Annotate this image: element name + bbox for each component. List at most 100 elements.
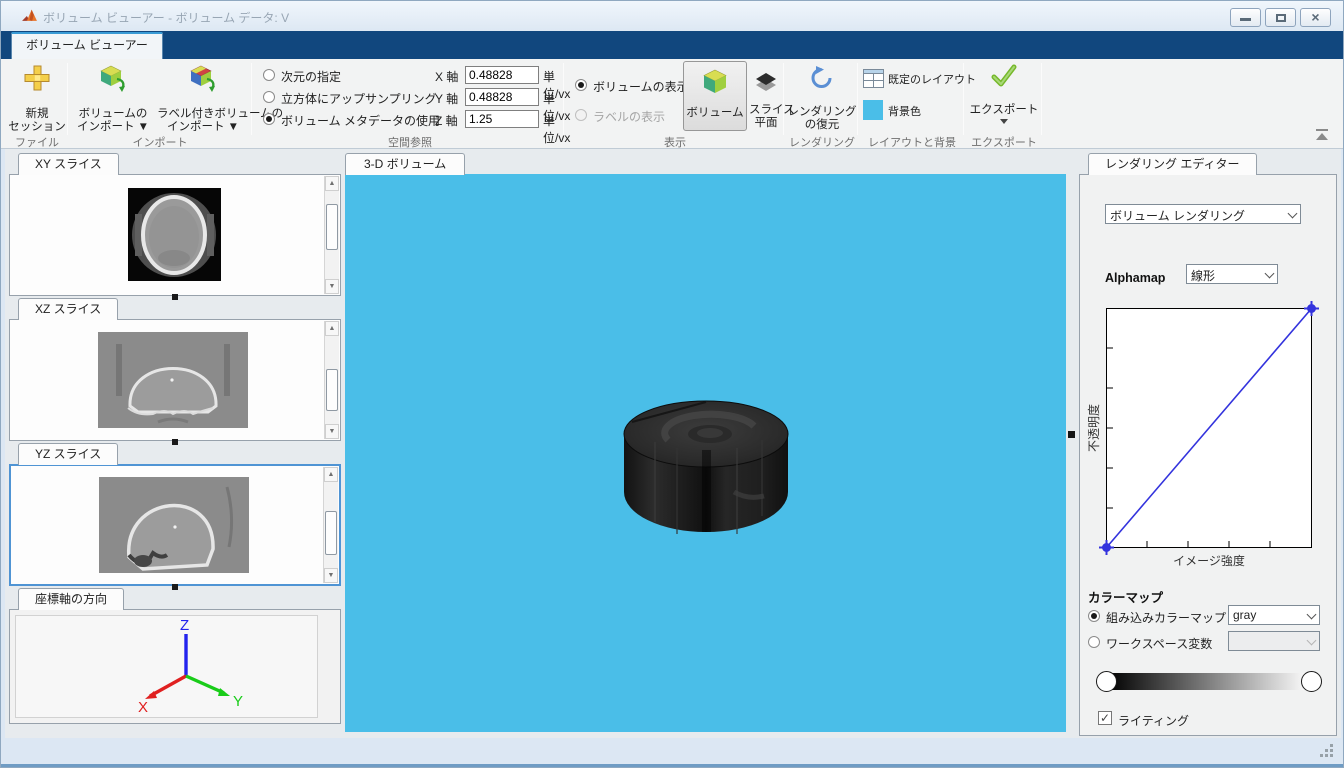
scroll-up-icon[interactable]: ▲ (325, 176, 339, 191)
restore-rendering-button[interactable]: レンダリング の復元 (787, 59, 857, 133)
axis-z-glyph: Z (180, 617, 189, 634)
collapse-ribbon-button[interactable] (1313, 129, 1331, 142)
background-color-button[interactable]: 背景色 (861, 99, 963, 125)
rendering-editor-content: ボリューム レンダリング Alphamap 線形 不透明度 (1079, 174, 1337, 736)
xz-slice-slider-handle[interactable] (172, 439, 178, 445)
import-labeled-volume-button[interactable]: ラベル付きボリュームの インポート ▼ (157, 59, 249, 133)
x-axis-input[interactable] (465, 66, 539, 84)
yz-slice-slider-handle[interactable] (172, 584, 178, 590)
group-import: ボリュームの インポート ▼ ラベル付きボリュームの インポート ▼ インポート (71, 59, 249, 149)
tab-axis-orientation[interactable]: 座標軸の方向 (18, 588, 124, 610)
tab-xz-slice[interactable]: XZ スライス (18, 298, 118, 320)
radio-upsample-cube-label[interactable]: 立方体にアップサンプリング (281, 90, 437, 107)
group-label-import: インポート (71, 134, 249, 150)
colormap-gradient-control (1096, 670, 1322, 694)
new-session-plus-icon (24, 65, 50, 91)
ribbon-toolbar: 新規 セッション ファイル ボリュームの インポート ▼ (1, 59, 1343, 149)
volume-viewer-window: ボリューム ビューアー - ボリューム データ: V × (0, 0, 1344, 768)
radio-show-labels-label: ラベルの表示 (593, 108, 665, 125)
builtin-colormap-select[interactable]: gray (1228, 605, 1320, 625)
alphamap-type-select[interactable]: 線形 (1186, 264, 1278, 284)
window-bottom-edge (1, 764, 1343, 767)
radio-builtin-colormap-label[interactable]: 組み込みカラーマップ (1106, 609, 1226, 626)
tab-yz-slice[interactable]: YZ スライス (18, 443, 118, 465)
lighting-checkbox[interactable]: ✓ (1098, 711, 1112, 725)
alphamap-ylabel: 不透明度 (1085, 358, 1099, 498)
radio-use-metadata-label[interactable]: ボリューム メタデータの使用 (281, 112, 440, 129)
xy-slice-scrollbar[interactable]: ▲ ▼ (324, 176, 339, 294)
scroll-down-icon[interactable]: ▼ (325, 279, 339, 294)
gradient-handle-low[interactable] (1096, 671, 1117, 692)
workspace-variable-select (1228, 631, 1320, 651)
default-layout-button[interactable]: 既定のレイアウト (861, 67, 963, 93)
chevron-down-icon (1288, 209, 1298, 219)
tab-3d-volume[interactable]: 3-D ボリューム (345, 153, 465, 175)
rendering-mode-select[interactable]: ボリューム レンダリング (1105, 204, 1301, 224)
export-button[interactable]: エクスポート (967, 59, 1041, 133)
alphamap-plot[interactable] (1106, 308, 1312, 548)
slice-planes-button[interactable]: スライス 平面 (749, 61, 783, 131)
matlab-logo-icon (21, 7, 38, 24)
group-label-display: 表示 (567, 134, 783, 150)
close-button[interactable]: × (1300, 8, 1331, 27)
radio-show-volume[interactable] (575, 79, 587, 91)
xz-slice-thumbnail[interactable] (98, 332, 248, 428)
radio-builtin-colormap[interactable] (1088, 610, 1100, 622)
y-axis-input[interactable] (465, 88, 539, 106)
import-volume-cube-icon (99, 65, 127, 93)
ribbon-tabstrip: ? (1, 31, 1343, 59)
yz-slice-thumbnail[interactable] (99, 477, 249, 573)
z-axis-input[interactable] (465, 110, 539, 128)
radio-workspace-variable[interactable] (1088, 636, 1100, 648)
yz-scroll-thumb[interactable] (325, 511, 337, 555)
xy-slice-thumbnail[interactable] (128, 188, 221, 281)
tab-xy-slice[interactable]: XY スライス (18, 153, 119, 175)
background-color-swatch (863, 100, 883, 120)
import-volume-button[interactable]: ボリュームの インポート ▼ (71, 59, 155, 133)
gradient-handle-high[interactable] (1301, 671, 1322, 692)
radio-workspace-variable-label[interactable]: ワークスペース変数 (1106, 635, 1212, 652)
yz-slice-scrollbar[interactable]: ▲ ▼ (323, 467, 338, 583)
alphamap-xlabel: イメージ強度 (1106, 552, 1312, 569)
xz-slice-scrollbar[interactable]: ▲ ▼ (324, 321, 339, 439)
volume-viewport[interactable] (345, 174, 1066, 732)
maximize-button[interactable] (1265, 8, 1296, 27)
scroll-down-icon[interactable]: ▼ (324, 568, 338, 583)
axis-x-glyph: X (138, 699, 148, 716)
xy-scroll-thumb[interactable] (326, 204, 338, 250)
x-axis-label: X 軸 (435, 68, 458, 85)
scroll-down-icon[interactable]: ▼ (325, 424, 339, 439)
group-label-export: エクスポート (967, 134, 1041, 150)
panel-divider-handle[interactable] (1068, 431, 1075, 438)
scroll-up-icon[interactable]: ▲ (324, 467, 338, 482)
new-session-button[interactable]: 新規 セッション (7, 59, 67, 133)
xy-slice-content: ▲ ▼ (9, 174, 341, 296)
volume-toggle-button[interactable]: ボリューム (683, 61, 747, 131)
resize-grip[interactable] (1330, 754, 1333, 757)
close-icon: × (1301, 9, 1330, 26)
colormap-gradient-bar[interactable] (1107, 673, 1311, 690)
group-label-layout: レイアウトと背景 (861, 134, 963, 150)
xz-scroll-thumb[interactable] (326, 369, 338, 411)
y-axis-label: Y 軸 (435, 90, 458, 107)
lighting-checkbox-label[interactable]: ライティング (1118, 712, 1189, 729)
radio-upsample-cube[interactable] (263, 91, 275, 103)
radio-use-metadata[interactable] (263, 113, 275, 125)
z-axis-label: Z 軸 (435, 112, 458, 129)
axis-y-glyph: Y (233, 693, 243, 710)
xy-slice-slider-handle[interactable] (172, 294, 178, 300)
minimize-button[interactable] (1230, 8, 1261, 27)
axis-triad: Z X Y (120, 616, 250, 720)
alphamap-chart[interactable]: 不透明度 (1080, 308, 1338, 570)
radio-specify-dimensions[interactable] (263, 69, 275, 81)
radio-show-volume-label[interactable]: ボリュームの表示 (593, 78, 689, 95)
scroll-up-icon[interactable]: ▲ (325, 321, 339, 336)
tab-volume-viewer[interactable]: ボリューム ビューアー (11, 32, 163, 59)
radio-specify-dimensions-label[interactable]: 次元の指定 (281, 68, 341, 85)
chevron-down-icon (1307, 610, 1317, 620)
tab-rendering-editor[interactable]: レンダリング エディター (1088, 153, 1257, 175)
radio-show-labels[interactable] (575, 109, 587, 121)
yz-slice-content: ▲ ▼ (9, 464, 341, 586)
rendered-volume[interactable] (616, 372, 796, 540)
group-display: ボリュームの表示 ラベルの表示 ボリューム スライス 平面 表示 (567, 59, 783, 149)
